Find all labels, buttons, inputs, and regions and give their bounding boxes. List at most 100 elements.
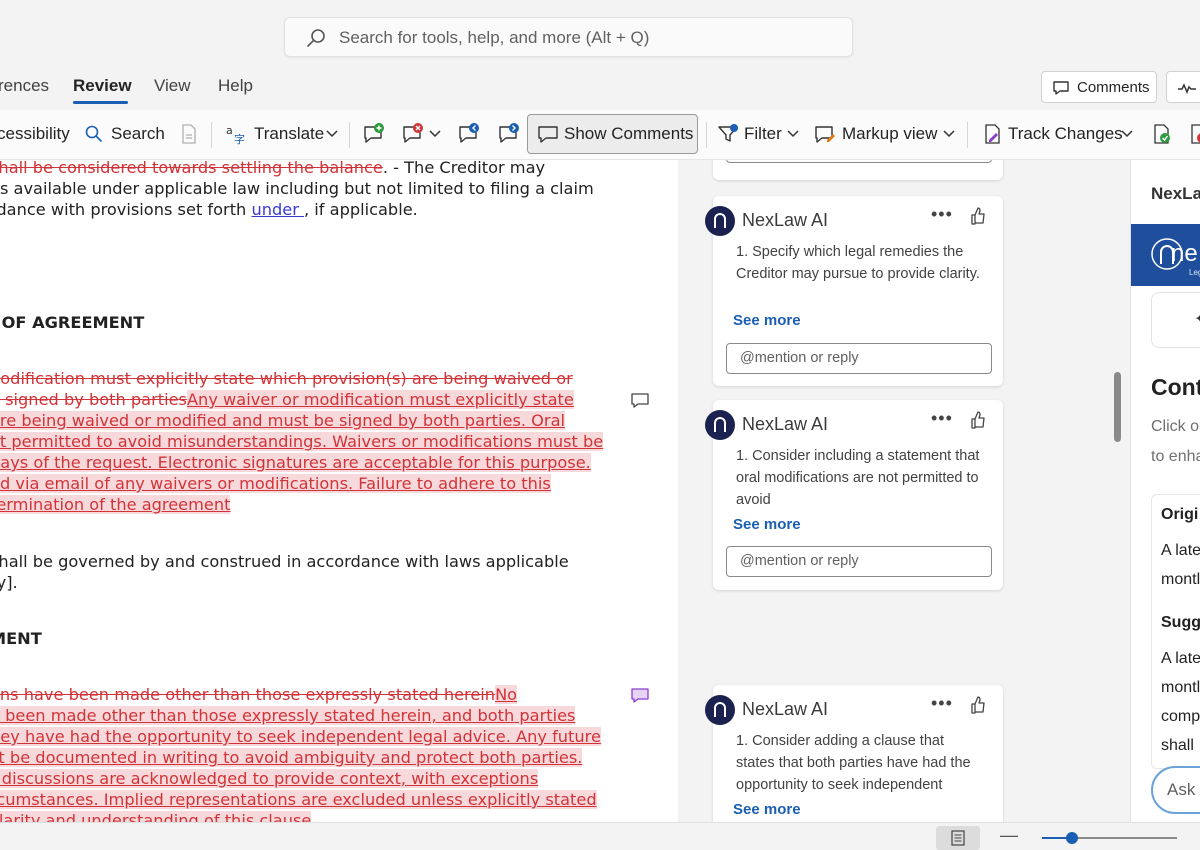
reply-input[interactable] [726,160,992,163]
title-bar: Search for tools, help, and more (Alt + … [0,0,1200,68]
accept-change-icon[interactable] [1149,122,1173,146]
comment-card[interactable]: NexLaw AI ••• 1. Consider adding a claus… [705,685,1003,822]
logo-subtext: Leg [1189,268,1200,277]
translate-icon: a 字 [226,124,245,146]
original-text: A late [1161,542,1200,559]
nexlaw-logo-icon [714,417,726,432]
doc-line: r discussions are acknowledged to provid… [0,769,539,789]
chevron-down-icon[interactable] [787,130,799,138]
addin-action-card[interactable]: ✦ [1151,292,1200,348]
original-label: Origi [1161,506,1199,523]
markup-view-button[interactable]: Markup view [842,124,937,144]
ribbon-separator [706,122,707,148]
doc-line: rdance with provisions set forth under ,… [0,200,418,220]
zoom-slider-thumb[interactable] [1066,832,1078,844]
chevron-down-icon[interactable] [326,130,338,138]
chevron-down-icon[interactable] [429,130,441,138]
doc-text: rdance with provisions set forth [0,200,252,219]
comment-marker-icon[interactable] [630,392,650,410]
nexlaw-logo-icon [714,213,726,228]
translate-button[interactable]: Translate [254,124,324,144]
search-icon [85,125,102,142]
print-layout-button[interactable] [936,826,980,850]
like-icon[interactable] [969,206,987,226]
page-view-icon [951,830,965,846]
like-icon[interactable] [969,410,987,430]
new-comment-icon[interactable] [362,122,386,146]
comment-marker-icon[interactable] [630,687,650,705]
doc-line: es available under applicable law includ… [0,179,594,198]
addin-description: to enha [1151,448,1200,465]
zoom-slider[interactable] [1042,837,1177,839]
inserted-text: ed via email of any waivers or modificat… [0,474,551,493]
chevron-down-icon[interactable] [1121,130,1133,138]
section-heading: I OF AGREEMENT [0,313,145,332]
tab-review[interactable]: Review [73,76,132,96]
comment-author: NexLaw AI [742,699,829,719]
search-placeholder: Search for tools, help, and more (Alt + … [339,28,650,47]
inserted-text: ot permitted to avoid misunderstandings.… [0,432,604,451]
comment-icon [538,126,558,143]
comments-button[interactable]: Comments [1041,71,1157,103]
activity-button[interactable] [1166,71,1200,103]
inserted-text: termination of the agreement [0,495,231,514]
reply-placeholder: @mention or reply [740,553,859,569]
inserted-text: r discussions are acknowledged to provid… [0,769,539,788]
show-comments-button[interactable]: Show Comments [527,114,698,154]
addin-heading: Cont [1151,374,1200,400]
document-icon[interactable] [177,122,201,146]
section-heading: MENT [0,629,42,648]
markup-view-icon [815,126,835,143]
ribbon-separator [211,122,212,148]
filter-icon [718,124,738,142]
deleted-text: ons have been made other than those expr… [0,685,496,704]
more-options-icon[interactable]: ••• [931,408,953,429]
search-button[interactable]: Search [111,124,165,144]
inserted-text: clarity and understanding of this clause [0,811,312,822]
ask-input[interactable]: Ask [1151,766,1200,814]
doc-line: st be documented in writing to avoid amb… [0,748,583,768]
avatar [705,410,735,440]
comments-scrollbar[interactable] [1114,372,1121,442]
more-options-icon[interactable]: ••• [931,204,953,225]
next-comment-icon[interactable] [497,122,521,146]
accessibility-button[interactable]: cessibility [0,124,70,144]
see-more-link[interactable]: See more [733,801,801,818]
previous-comment-icon[interactable] [457,122,481,146]
reject-change-icon[interactable] [1186,122,1200,146]
tab-view[interactable]: View [154,76,191,96]
delete-comment-icon[interactable] [401,122,425,146]
reply-input[interactable]: @mention or reply [726,546,992,577]
tab-help[interactable]: Help [218,76,253,96]
doc-line: shall be governed by and construed in ac… [0,552,569,571]
activity-icon [1178,83,1196,94]
doc-text: . - The Creditor may [382,160,546,177]
filter-button[interactable]: Filter [744,124,782,144]
comment-card[interactable]: NexLaw AI ••• 1. Consider including a st… [705,400,1003,590]
like-icon[interactable] [969,695,987,715]
document-canvas[interactable]: shall be considered towards settling the… [0,160,678,822]
chevron-down-icon[interactable] [943,130,955,138]
ribbon-tabs: rences Review View Help Comments [0,68,1200,110]
svg-text:a: a [226,124,233,137]
avatar [705,206,735,236]
doc-line: days of the request. Electronic signatur… [0,453,591,473]
nexlaw-addin-pane: NexLa ne Leg ✦ Cont Click o to enha Orig… [1130,160,1200,822]
reply-input[interactable]: @mention or reply [726,343,992,374]
search-box[interactable]: Search for tools, help, and more (Alt + … [284,17,853,57]
see-more-link[interactable]: See more [733,516,801,533]
comment-card[interactable] [713,160,1003,180]
nexlaw-logo-icon [714,702,726,717]
comment-text: 1. Consider including a statement that o… [736,448,980,508]
search-icon [307,29,325,47]
logo-text: ne [1171,240,1198,267]
tab-references[interactable]: rences [0,76,49,96]
inserted-text: are being waived or modified and must be… [0,411,565,430]
zoom-out-button[interactable]: — [1000,825,1018,846]
track-changes-button[interactable]: Track Changes [1008,124,1123,144]
inserted-text: days of the request. Electronic signatur… [0,453,591,472]
comment-card[interactable]: NexLaw AI ••• 1. Specify which legal rem… [705,196,1003,386]
more-options-icon[interactable]: ••• [931,693,953,714]
doc-line: rcumstances. Implied representations are… [0,790,597,810]
see-more-link[interactable]: See more [733,312,801,329]
